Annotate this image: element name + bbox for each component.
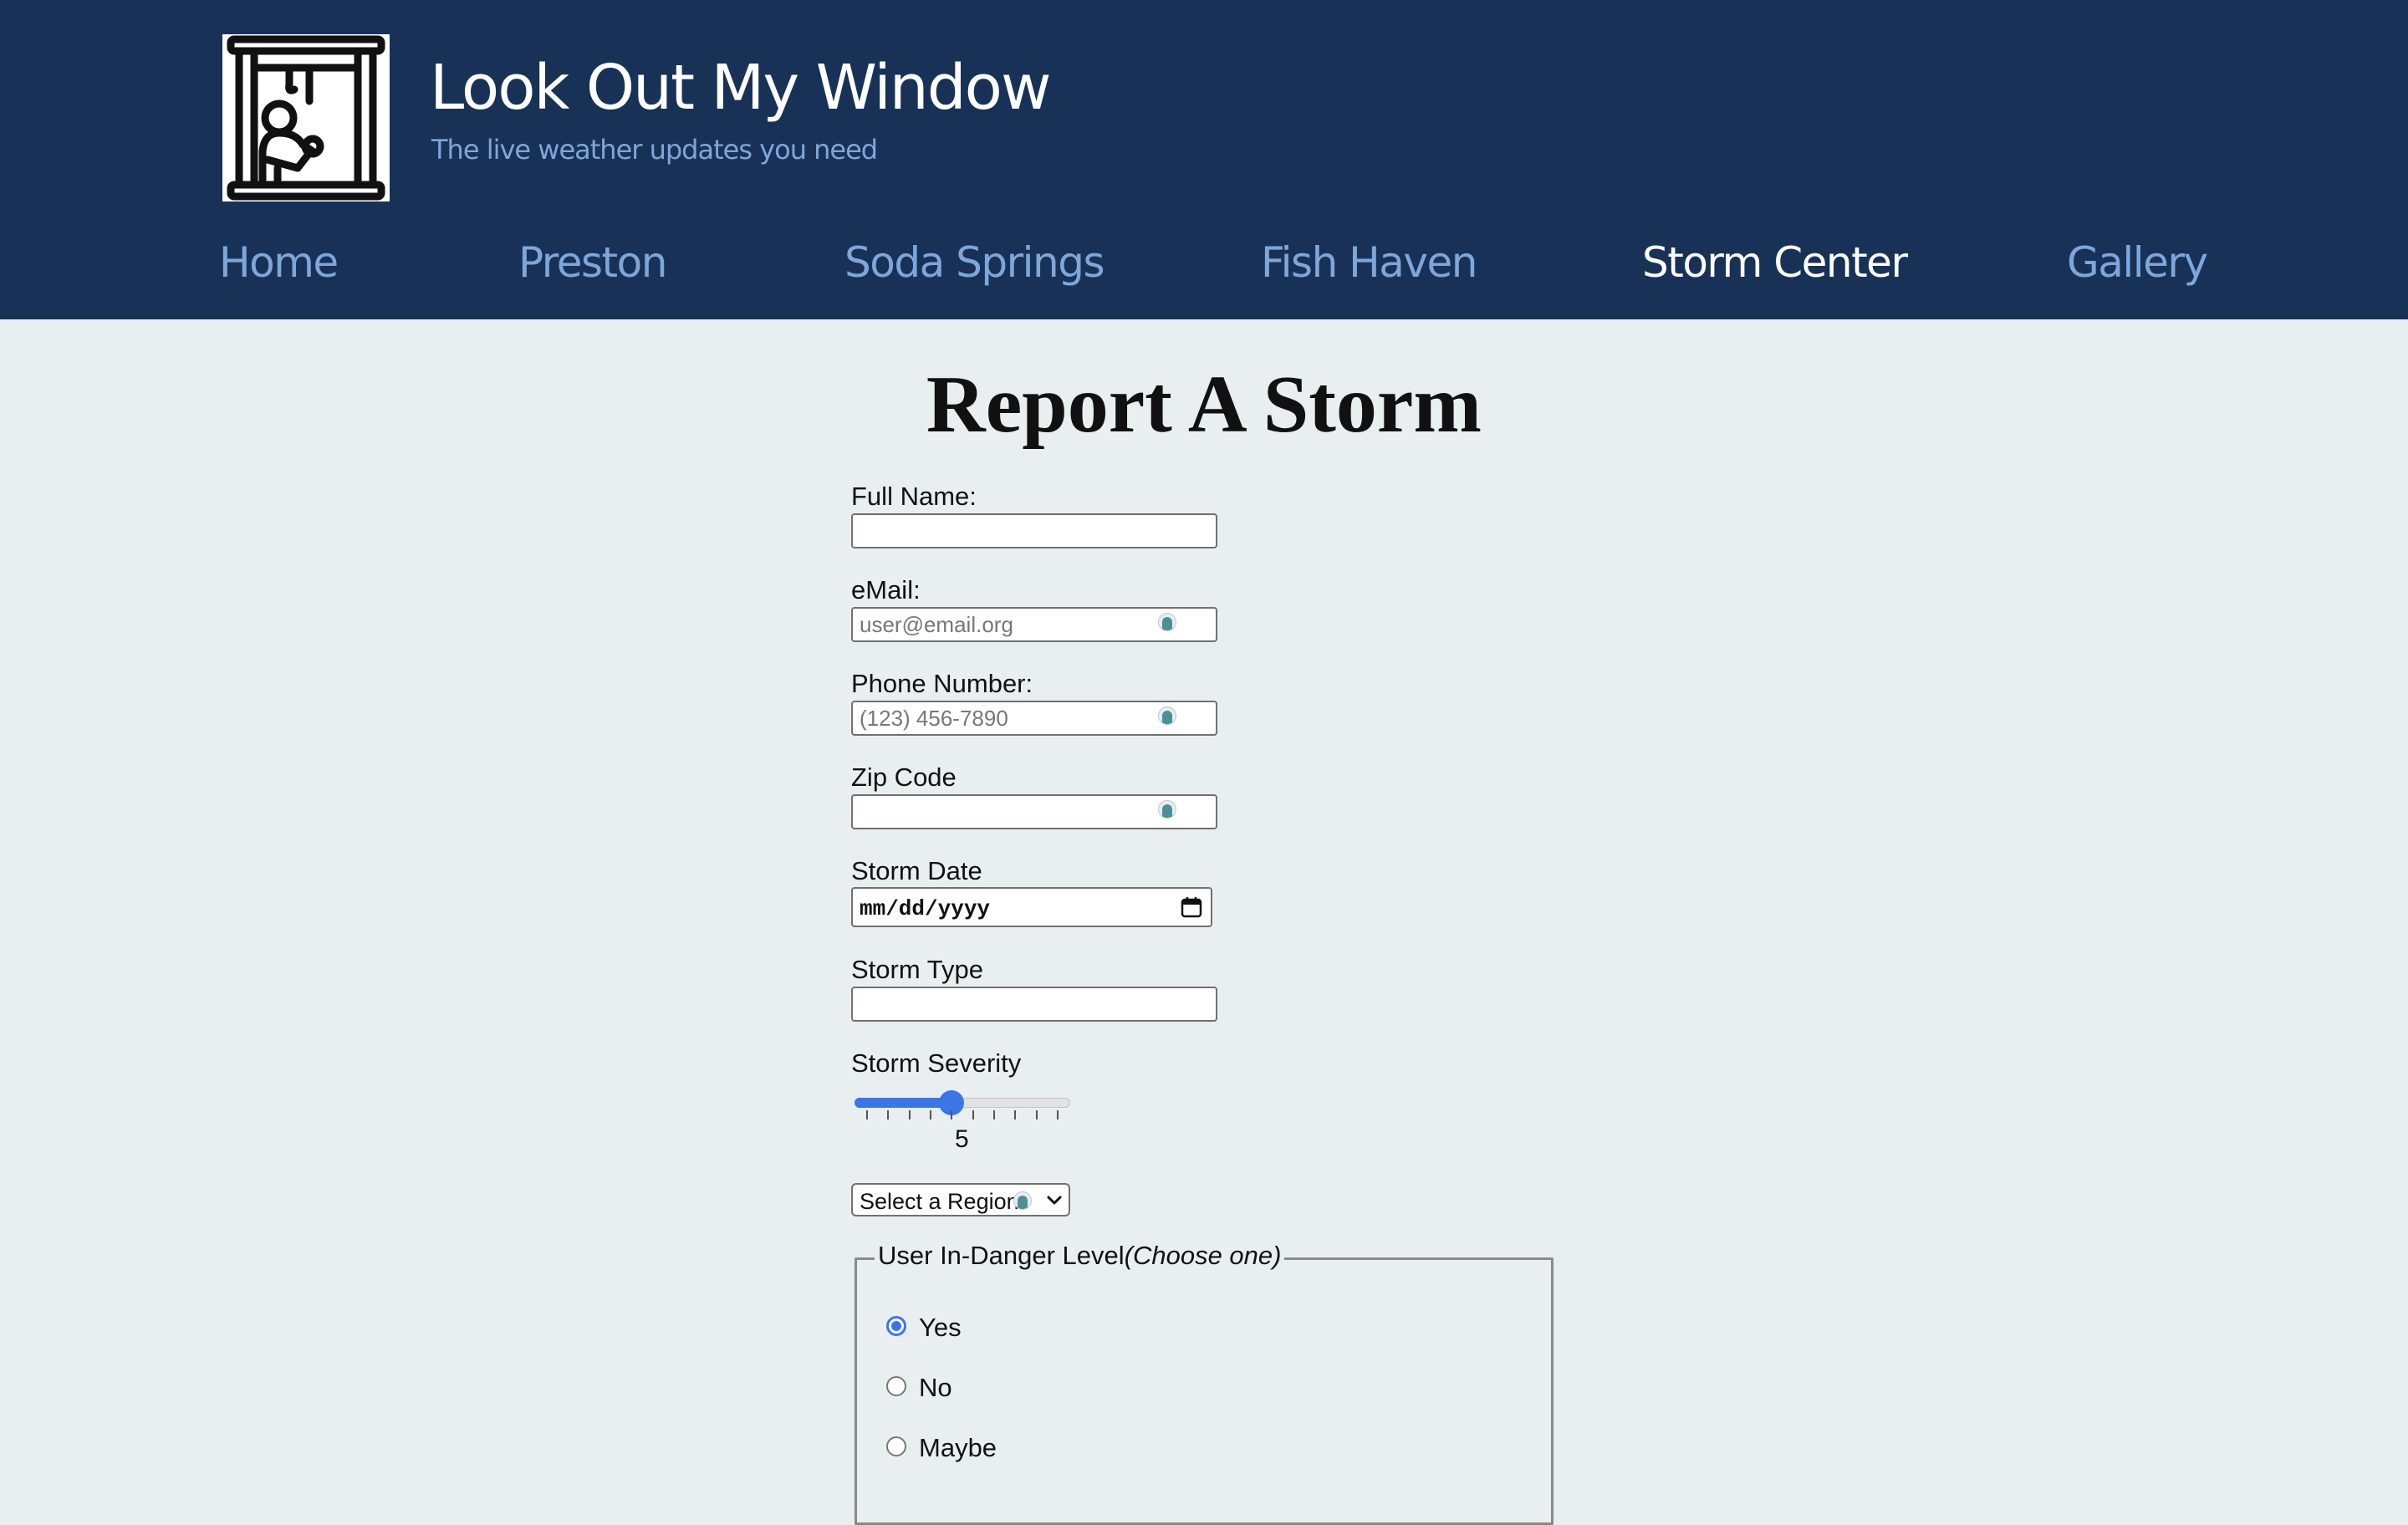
legend-hint: (Choose one) — [1124, 1241, 1282, 1270]
nav-link-soda-springs[interactable]: Soda Springs — [844, 238, 1105, 287]
nav-link-home[interactable]: Home — [219, 238, 339, 287]
region-select[interactable]: Select a Region... — [851, 1183, 1070, 1216]
danger-no-radio[interactable] — [886, 1376, 906, 1396]
slider-fill — [855, 1098, 952, 1108]
site-header: Look Out My Window The live weather upda… — [0, 0, 2408, 319]
site-logo[interactable] — [222, 34, 390, 201]
legend-text: User In-Danger Level — [878, 1241, 1125, 1270]
slider-tick — [972, 1110, 974, 1120]
slider-tick — [951, 1110, 953, 1120]
storm-severity-label: Storm Severity — [851, 1048, 1022, 1078]
danger-level-legend: User In-Danger Level(Choose one) — [875, 1241, 1285, 1271]
zip-input[interactable] — [851, 794, 1217, 829]
slider-tick — [1057, 1110, 1059, 1120]
slider-tick — [1035, 1110, 1038, 1120]
danger-no-label[interactable]: No — [919, 1373, 952, 1403]
danger-maybe-label[interactable]: Maybe — [919, 1433, 997, 1463]
full-name-input[interactable] — [851, 513, 1217, 548]
calendar-icon[interactable] — [1181, 896, 1202, 918]
slider-tick — [1014, 1110, 1017, 1120]
storm-type-input[interactable] — [851, 987, 1217, 1022]
page-title: Report A Storm — [926, 360, 1482, 450]
email-input[interactable] — [851, 607, 1217, 642]
danger-yes-label[interactable]: Yes — [919, 1313, 962, 1343]
danger-level-fieldset — [855, 1257, 1553, 1525]
region-select-value: Select a Region... — [860, 1189, 1027, 1214]
danger-maybe-radio[interactable] — [886, 1436, 906, 1456]
email-label: eMail: — [851, 575, 921, 604]
nav-link-storm-center[interactable]: Storm Center — [1642, 238, 1908, 287]
storm-date-label: Storm Date — [851, 856, 982, 885]
danger-yes-radio[interactable] — [886, 1316, 906, 1336]
nav-link-fish-haven[interactable]: Fish Haven — [1261, 238, 1477, 287]
slider-tick — [993, 1110, 995, 1120]
nav-link-gallery[interactable]: Gallery — [2067, 238, 2208, 287]
slider-tick — [930, 1110, 931, 1120]
phone-label: Phone Number: — [851, 669, 1033, 698]
nav-link-preston[interactable]: Preston — [518, 238, 667, 287]
storm-severity-value: 5 — [955, 1125, 969, 1153]
storm-type-label: Storm Type — [851, 955, 983, 984]
person-at-window-icon — [227, 35, 385, 201]
date-input-text: mm/dd/yyyy — [860, 896, 991, 921]
slider-ticks — [855, 1110, 1070, 1122]
full-name-label: Full Name: — [851, 482, 977, 511]
slider-tick — [866, 1110, 868, 1120]
chevron-down-icon — [1045, 1191, 1064, 1209]
site-tagline: The live weather updates you need — [431, 134, 878, 166]
storm-date-input[interactable]: mm/dd/yyyy — [851, 887, 1212, 927]
slider-tick — [887, 1110, 890, 1120]
site-title: Look Out My Window — [430, 52, 1051, 124]
zip-label: Zip Code — [851, 762, 957, 792]
phone-input[interactable] — [851, 701, 1217, 736]
slider-tick — [908, 1110, 911, 1120]
